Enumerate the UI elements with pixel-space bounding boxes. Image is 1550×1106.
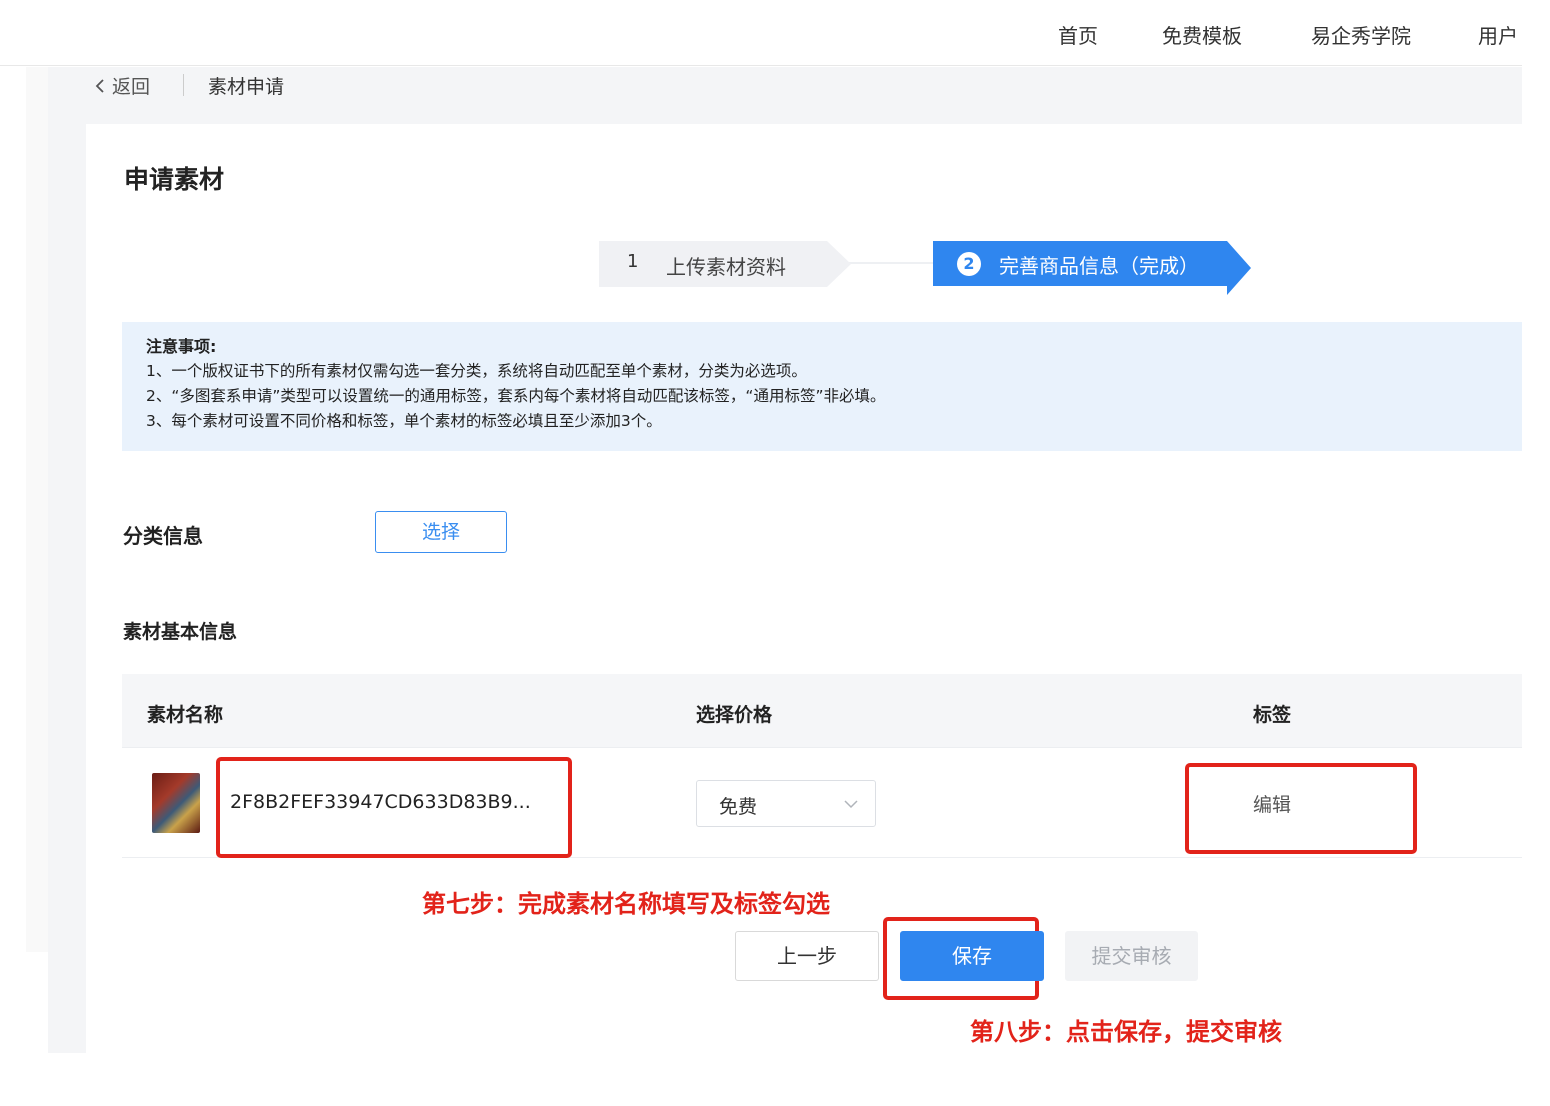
breadcrumb-current: 素材申请 xyxy=(208,76,285,98)
nav-item-academy[interactable]: 易企秀学院 xyxy=(1311,20,1411,49)
submit-review-button[interactable]: 提交审核 xyxy=(1065,931,1198,981)
step-number: 1 xyxy=(627,251,639,272)
left-sidebar-shade xyxy=(26,67,48,952)
notice-line: 1、一个版权证书下的所有素材仅需勾选一套分类，系统将自动匹配至单个素材，分类为必… xyxy=(146,362,807,380)
price-select-value: 免费 xyxy=(719,796,758,818)
notice-title: 注意事项: xyxy=(146,337,217,356)
step-upload: 1 上传素材资料 xyxy=(599,241,851,287)
page-title: 申请素材 xyxy=(124,165,225,194)
column-header-tags: 标签 xyxy=(1253,704,1292,726)
column-header-price: 选择价格 xyxy=(696,704,773,726)
column-header-name: 素材名称 xyxy=(147,704,224,726)
step-number-active: 2 xyxy=(957,252,981,276)
back-label: 返回 xyxy=(112,76,151,98)
top-nav: 首页 免费模板 易企秀学院 用户 xyxy=(0,0,1522,66)
step-label-active: 完善商品信息（完成） xyxy=(999,254,1199,278)
nav-item-free-templates[interactable]: 免费模板 xyxy=(1162,20,1242,49)
category-label: 分类信息 xyxy=(123,524,203,548)
notice-line: 3、每个素材可设置不同价格和标签，单个素材的标签必填且至少添加3个。 xyxy=(146,412,662,430)
select-category-button[interactable]: 选择 xyxy=(375,511,507,553)
annotation-step8: 第八步：点击保存，提交审核 xyxy=(970,1018,1282,1046)
notice-box: 注意事项: 1、一个版权证书下的所有素材仅需勾选一套分类，系统将自动匹配至单个素… xyxy=(122,322,1522,451)
basic-info-label: 素材基本信息 xyxy=(123,621,238,643)
prev-step-button[interactable]: 上一步 xyxy=(735,931,879,981)
highlight-box-tags xyxy=(1185,763,1417,854)
back-link[interactable]: 返回 xyxy=(94,72,150,99)
annotation-step7: 第七步：完成素材名称填写及标签勾选 xyxy=(422,890,830,918)
save-button[interactable]: 保存 xyxy=(900,931,1044,981)
nav-item-user[interactable]: 用户 xyxy=(1478,20,1518,49)
step-connector xyxy=(840,262,936,264)
breadcrumb-divider xyxy=(183,74,184,96)
chevron-left-icon xyxy=(95,78,104,93)
notice-line: 2、“多图套系申请”类型可以设置统一的通用标签，套系内每个素材将自动匹配该标签，… xyxy=(146,387,886,405)
table-header: 素材名称 选择价格 标签 xyxy=(122,674,1522,748)
highlight-box-name xyxy=(216,757,572,858)
chevron-down-icon xyxy=(844,800,858,809)
price-select[interactable]: 免费 xyxy=(696,780,876,827)
nav-item-home[interactable]: 首页 xyxy=(1058,20,1098,49)
material-thumbnail xyxy=(152,773,200,833)
step-label: 上传素材资料 xyxy=(666,255,786,279)
step-complete-info: 2 完善商品信息（完成） xyxy=(933,241,1251,295)
